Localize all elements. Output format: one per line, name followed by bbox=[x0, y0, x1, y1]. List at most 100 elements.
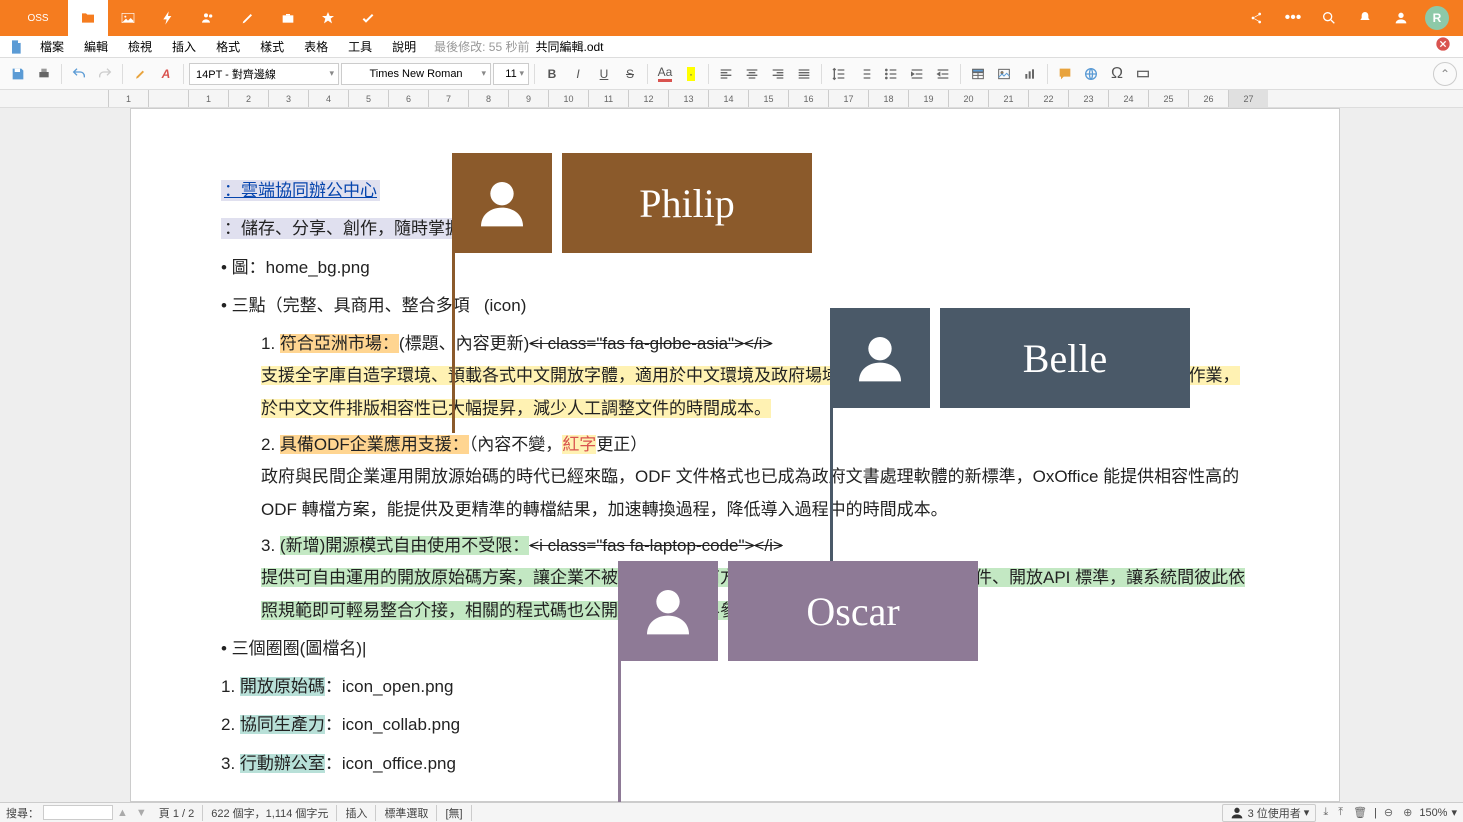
upload-button[interactable]: ⤒ bbox=[1335, 806, 1346, 819]
users-icon bbox=[1229, 805, 1245, 821]
search-input[interactable] bbox=[43, 805, 113, 820]
zoom-in-button[interactable]: ⊕ bbox=[1400, 806, 1415, 819]
menu-table[interactable]: 表格 bbox=[294, 38, 338, 55]
redo-button[interactable] bbox=[93, 62, 117, 86]
insert-chart-button[interactable] bbox=[1018, 62, 1042, 86]
bullet-list-button[interactable] bbox=[879, 62, 903, 86]
chart-icon bbox=[1022, 66, 1038, 82]
user-button[interactable] bbox=[1383, 0, 1419, 36]
indent-dec-button[interactable] bbox=[931, 62, 955, 86]
tab-pen[interactable] bbox=[228, 0, 268, 36]
underline-button[interactable]: U bbox=[592, 62, 616, 86]
download-button[interactable]: ⤓ bbox=[1320, 806, 1331, 819]
insert-mode[interactable]: 插入 bbox=[337, 805, 376, 821]
zoom-out-button[interactable]: ⊖ bbox=[1381, 806, 1396, 819]
folder-icon bbox=[80, 10, 96, 26]
chevron-up-icon: ⌃ bbox=[1440, 67, 1450, 81]
selection-mode[interactable]: 標準選取 bbox=[376, 805, 437, 821]
clear-format-button[interactable]: A bbox=[154, 62, 178, 86]
align-right-button[interactable] bbox=[766, 62, 790, 86]
close-button[interactable] bbox=[1429, 36, 1457, 57]
check-icon bbox=[360, 10, 376, 26]
menu-help[interactable]: 說明 bbox=[382, 38, 426, 55]
doc-title: ：雲端協同辦公中心 bbox=[221, 180, 380, 201]
expand-toolbar-button[interactable]: ⌃ bbox=[1433, 62, 1457, 86]
align-left-button[interactable] bbox=[714, 62, 738, 86]
insert-comment-button[interactable] bbox=[1053, 62, 1077, 86]
tab-folder[interactable] bbox=[68, 0, 108, 36]
insert-link-button[interactable] bbox=[1079, 62, 1103, 86]
font-size-combo[interactable]: 11 bbox=[493, 63, 529, 85]
save-button[interactable] bbox=[6, 62, 30, 86]
menu-view[interactable]: 檢視 bbox=[118, 38, 162, 55]
menu-format[interactable]: 格式 bbox=[206, 38, 250, 55]
clear-format-icon: A bbox=[162, 67, 171, 81]
font-combo[interactable]: Times New Roman bbox=[341, 63, 491, 85]
save-icon bbox=[10, 66, 26, 82]
italic-button[interactable]: I bbox=[566, 62, 590, 86]
format-paint-button[interactable] bbox=[128, 62, 152, 86]
collaborator-name: Oscar bbox=[728, 561, 978, 661]
indent-inc-button[interactable] bbox=[905, 62, 929, 86]
redo-icon bbox=[97, 66, 113, 82]
share-button[interactable] bbox=[1239, 0, 1275, 36]
strike-button[interactable]: S bbox=[618, 62, 642, 86]
last-modified: 最後修改: 55 秒前 bbox=[434, 38, 529, 55]
menu-file[interactable]: 檔案 bbox=[30, 38, 74, 55]
number-list-button[interactable] bbox=[853, 62, 877, 86]
print-button[interactable] bbox=[32, 62, 56, 86]
delete-button[interactable]: 🗑 bbox=[1350, 806, 1370, 819]
bullet-1: • 圖：home_bg.png bbox=[221, 252, 1249, 284]
briefcase-icon bbox=[280, 10, 296, 26]
tab-briefcase[interactable] bbox=[268, 0, 308, 36]
sub-list-1: 1. 開放原始碼：icon_open.png bbox=[221, 671, 1249, 703]
font-color-button[interactable]: Aa bbox=[653, 62, 677, 86]
field-icon bbox=[1135, 66, 1151, 82]
tab-image[interactable] bbox=[108, 0, 148, 36]
insert-image-button[interactable] bbox=[992, 62, 1016, 86]
ruler[interactable]: 1123456789101112131415161718192021222324… bbox=[0, 90, 1463, 108]
style-combo[interactable]: 14PT - 對齊邊線 bbox=[189, 63, 339, 85]
comment-icon bbox=[1057, 66, 1073, 82]
search-prev-button[interactable]: ▲ bbox=[113, 807, 132, 819]
align-justify-button[interactable] bbox=[792, 62, 816, 86]
menu-edit[interactable]: 編輯 bbox=[74, 38, 118, 55]
tab-bolt[interactable] bbox=[148, 0, 188, 36]
editor-area[interactable]: ：雲端協同辦公中心 ：儲存、分享、創作，隨時掌握 • 圖：home_bg.png… bbox=[0, 108, 1463, 802]
menubar: 檔案 編輯 檢視 插入 格式 樣式 表格 工具 說明 最後修改: 55 秒前 共… bbox=[0, 36, 1463, 58]
menu-insert[interactable]: 插入 bbox=[162, 38, 206, 55]
bold-button[interactable]: B bbox=[540, 62, 564, 86]
search-next-button[interactable]: ▼ bbox=[132, 807, 151, 819]
filename: 共同編輯.odt bbox=[536, 38, 604, 55]
search-button[interactable] bbox=[1311, 0, 1347, 36]
users-indicator[interactable]: 3 位使用者▾ bbox=[1222, 804, 1317, 822]
menu-tools[interactable]: 工具 bbox=[338, 38, 382, 55]
link-icon bbox=[1083, 66, 1099, 82]
align-center-button[interactable] bbox=[740, 62, 764, 86]
more-button[interactable]: ••• bbox=[1275, 0, 1311, 36]
strike-icon: S bbox=[626, 67, 634, 81]
insert-field-button[interactable] bbox=[1131, 62, 1155, 86]
pen-icon bbox=[240, 10, 256, 26]
page-indicator[interactable]: 頁 1 / 2 bbox=[151, 805, 203, 821]
tab-star[interactable] bbox=[308, 0, 348, 36]
word-count[interactable]: 622 個字，1,114 個字元 bbox=[203, 805, 337, 821]
undo-icon bbox=[71, 66, 87, 82]
tab-check[interactable] bbox=[348, 0, 388, 36]
insert-symbol-button[interactable]: Ω bbox=[1105, 62, 1129, 86]
omega-icon: Ω bbox=[1111, 65, 1123, 83]
bell-button[interactable] bbox=[1347, 0, 1383, 36]
insert-table-button[interactable] bbox=[966, 62, 990, 86]
user-icon bbox=[1393, 10, 1409, 26]
line-spacing-button[interactable] bbox=[827, 62, 851, 86]
modification-status: [無] bbox=[437, 805, 471, 821]
tab-people[interactable] bbox=[188, 0, 228, 36]
table-icon bbox=[970, 66, 986, 82]
numbered-list-icon bbox=[857, 66, 873, 82]
avatar-button[interactable]: R bbox=[1419, 0, 1455, 36]
highlight-button[interactable]: · bbox=[679, 62, 703, 86]
zoom-level[interactable]: 150% bbox=[1419, 807, 1447, 819]
menu-styles[interactable]: 樣式 bbox=[250, 38, 294, 55]
user-avatar-icon bbox=[640, 583, 696, 639]
undo-button[interactable] bbox=[67, 62, 91, 86]
